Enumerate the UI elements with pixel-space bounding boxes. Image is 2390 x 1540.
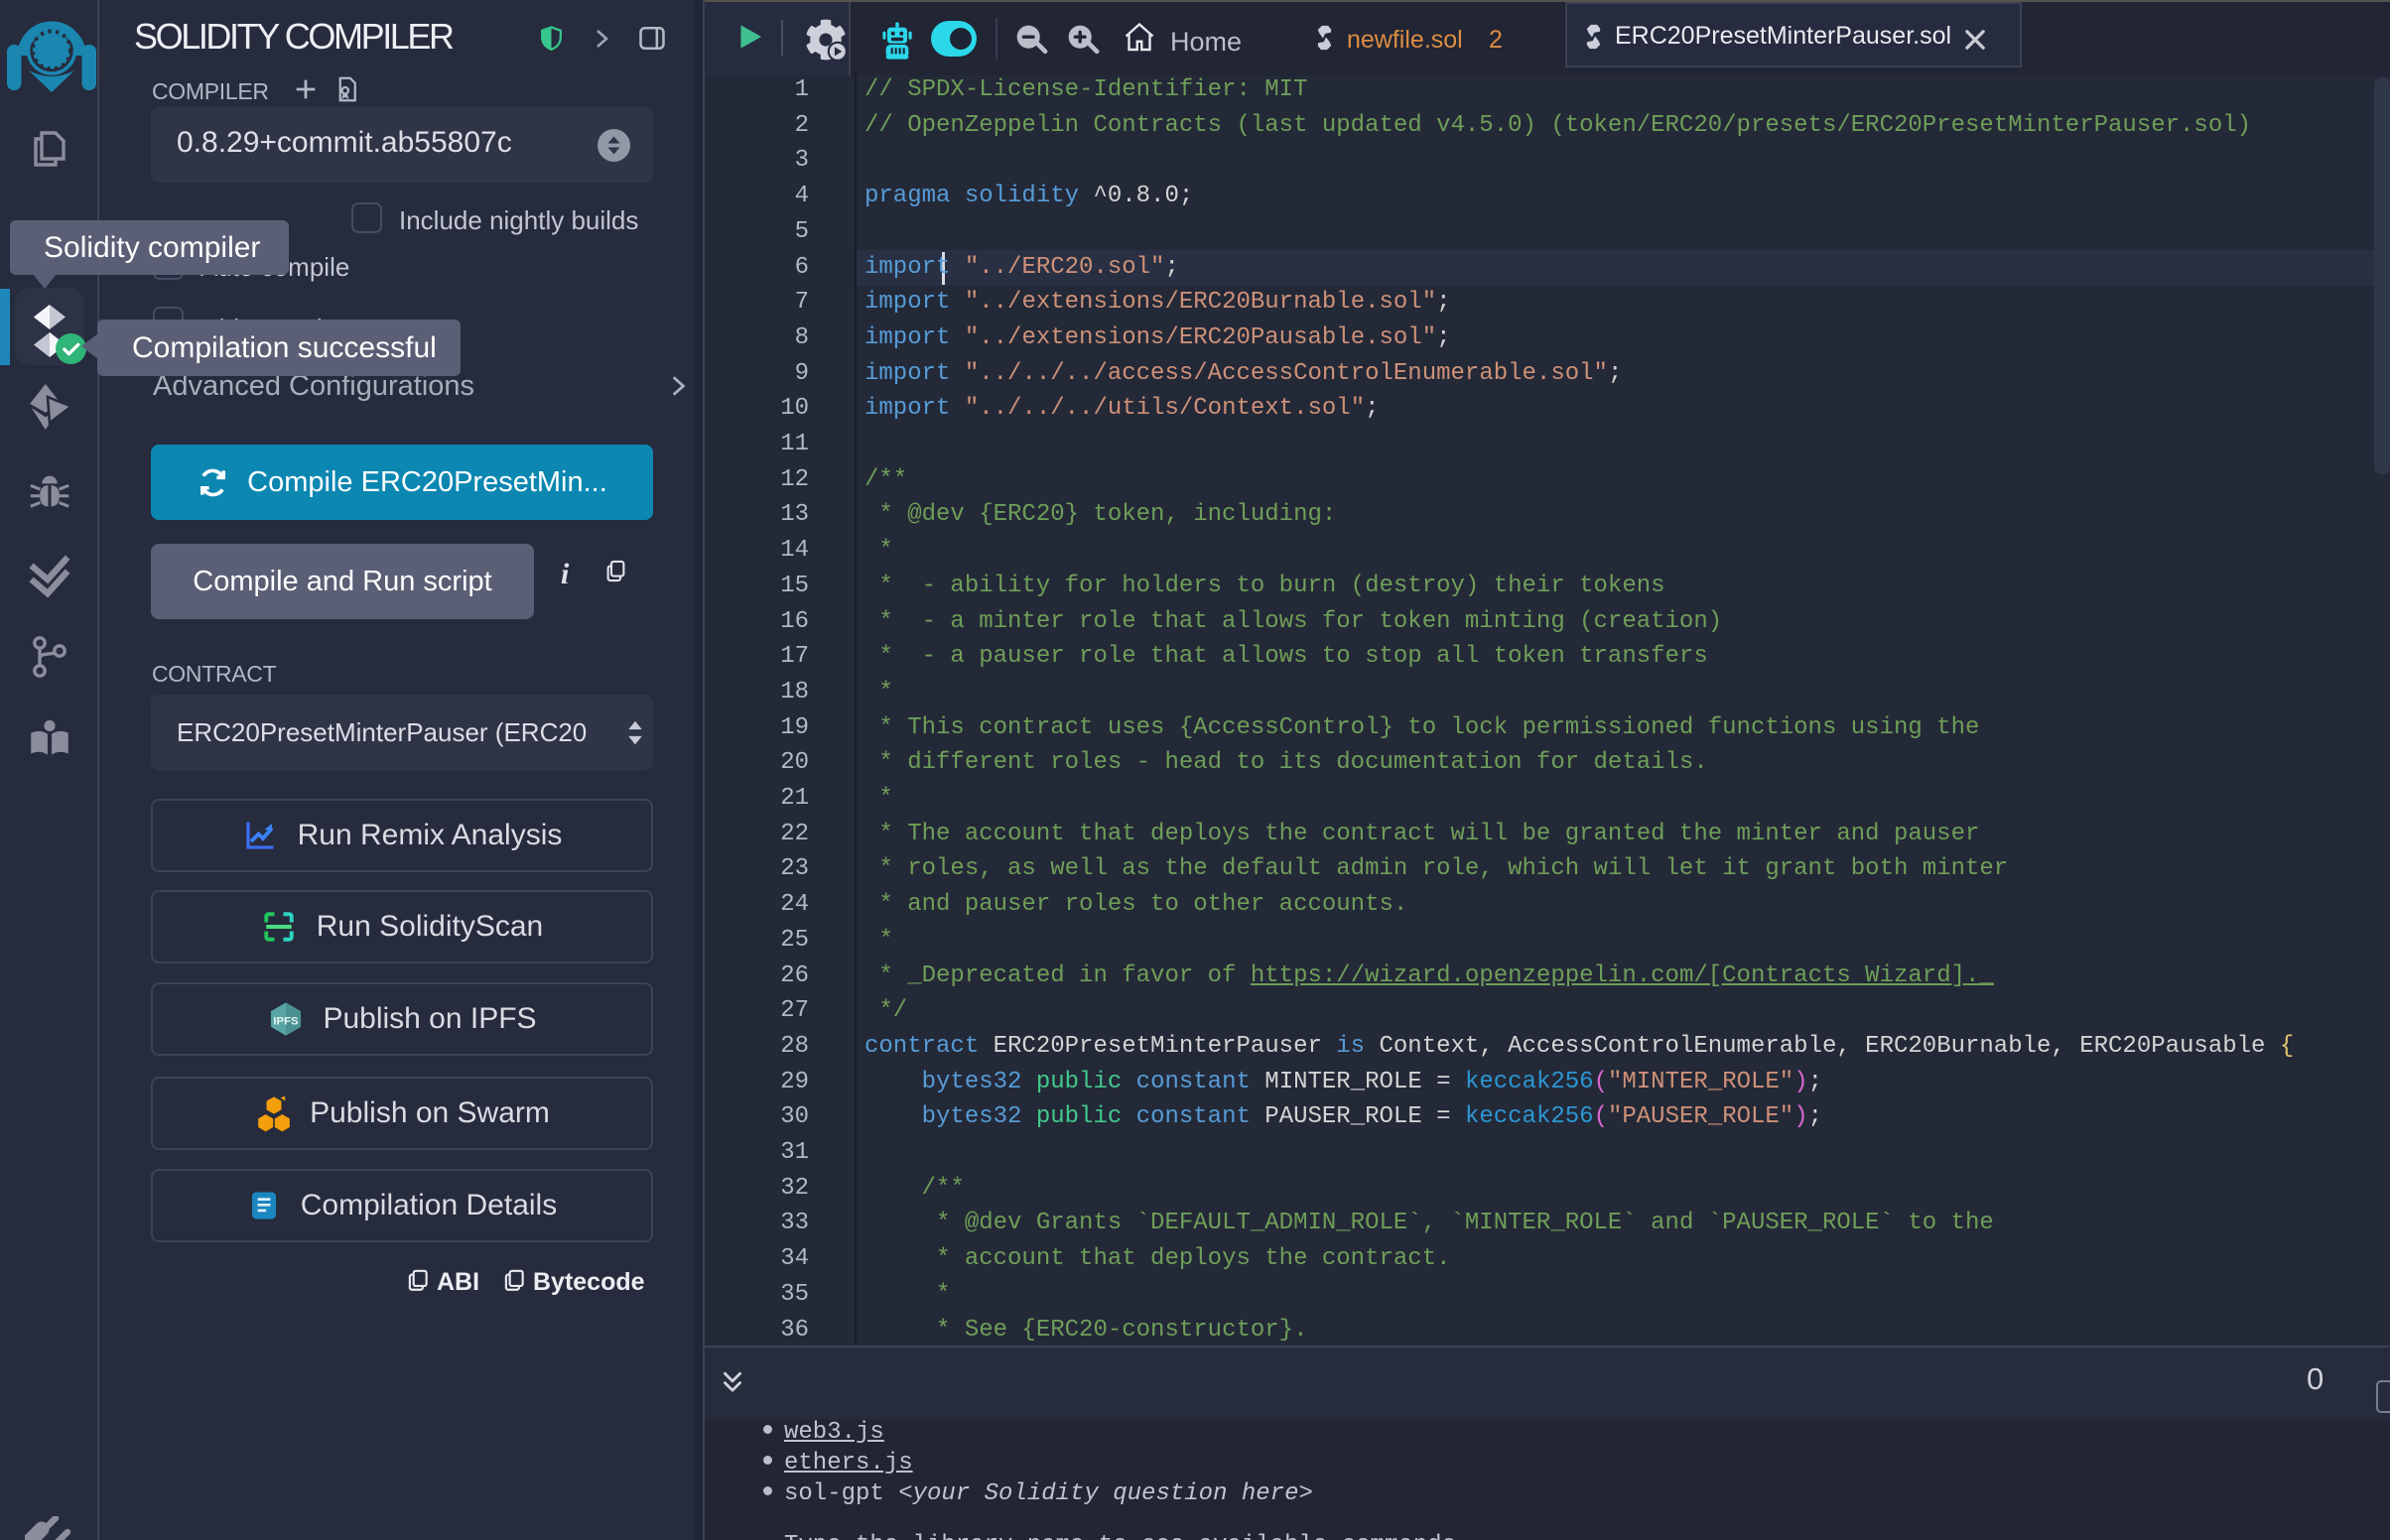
svg-text:IPFS: IPFS	[274, 1016, 300, 1028]
